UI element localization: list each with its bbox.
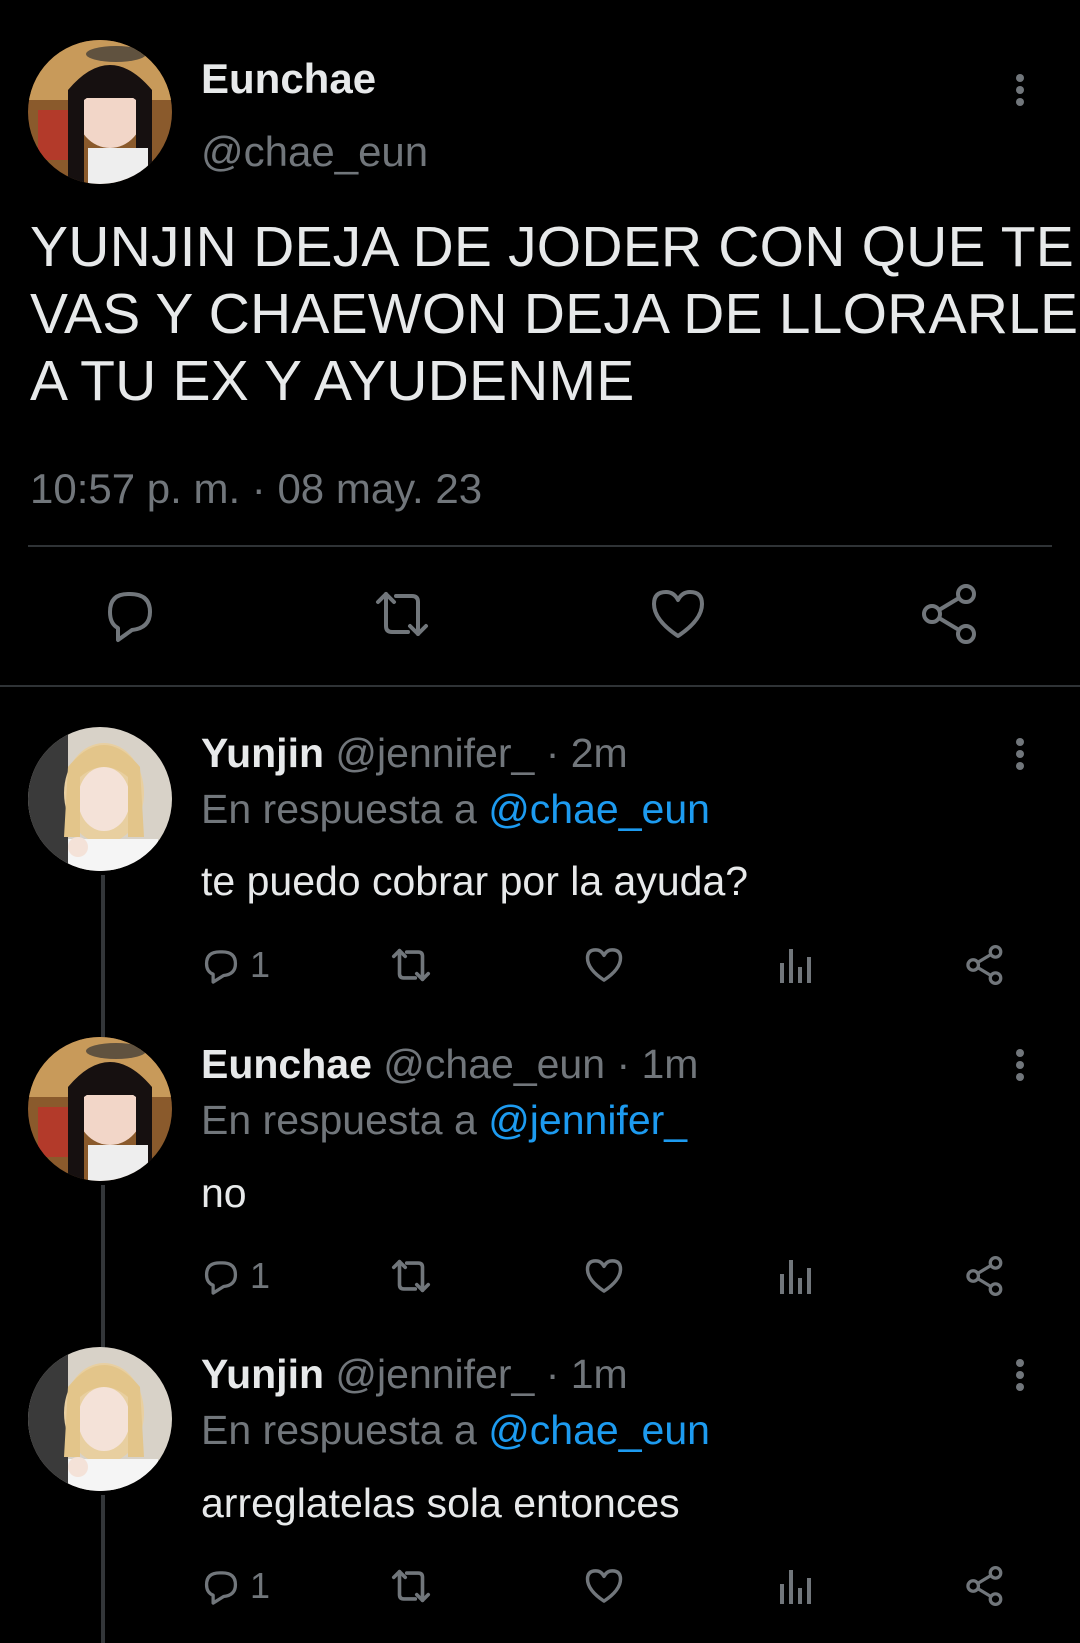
- reply-button[interactable]: 1: [200, 940, 270, 990]
- reply-header: Eunchae @chae_eun · 1m: [201, 1041, 698, 1088]
- share-icon[interactable]: [918, 582, 982, 646]
- like-button[interactable]: [582, 1561, 626, 1611]
- retweet-icon[interactable]: [370, 582, 434, 646]
- views-bar-chart-icon: [780, 1260, 811, 1294]
- reply-author-handle[interactable]: @chae_eun: [383, 1041, 605, 1087]
- like-button[interactable]: [582, 940, 626, 990]
- reply-actions: 1: [200, 940, 1020, 990]
- more-options-icon[interactable]: [1005, 734, 1035, 774]
- reply-count: 1: [250, 1255, 271, 1296]
- thread-line: [101, 1495, 105, 1643]
- like-heart-icon[interactable]: [646, 582, 710, 646]
- reply-context: En respuesta a @jennifer_: [201, 1097, 687, 1144]
- reply-icon[interactable]: [96, 582, 160, 646]
- retweet-icon: [391, 1259, 431, 1293]
- reply-button[interactable]: 1: [200, 1561, 270, 1611]
- reply-header: Yunjin @jennifer_ · 2m: [201, 730, 628, 777]
- views-button[interactable]: [778, 1561, 814, 1611]
- reply-header: Yunjin @jennifer_ · 1m: [201, 1351, 628, 1398]
- share-button[interactable]: [964, 1251, 1006, 1301]
- avatar-yunjin[interactable]: [28, 1347, 172, 1491]
- reply-to-link[interactable]: @chae_eun: [488, 1407, 710, 1453]
- heart-icon: [585, 1569, 623, 1603]
- more-options-icon[interactable]: [1005, 70, 1035, 110]
- reply-text: no: [201, 1170, 247, 1216]
- views-button[interactable]: [778, 940, 814, 990]
- reply-button[interactable]: 1: [200, 1251, 270, 1301]
- share-icon: [966, 1255, 1003, 1297]
- reply-actions: 1: [200, 1561, 1020, 1611]
- retweet-icon: [391, 1569, 431, 1603]
- reply-to-link[interactable]: @chae_eun: [488, 786, 710, 832]
- reply-text: te puedo cobrar por la ayuda?: [201, 858, 749, 904]
- avatar-eunchae[interactable]: [28, 1037, 172, 1181]
- reply-to-link[interactable]: @jennifer_: [488, 1097, 687, 1143]
- divider: [28, 545, 1052, 547]
- thread-line: [101, 1185, 105, 1350]
- main-author-handle[interactable]: @chae_eun: [201, 128, 428, 176]
- main-timestamp[interactable]: 10:57 p. m. · 08 may. 23: [30, 465, 482, 513]
- retweet-button[interactable]: [388, 940, 434, 990]
- reply-icon: [204, 1261, 238, 1295]
- reply-icon: [204, 950, 238, 984]
- share-icon: [966, 1565, 1003, 1607]
- views-bar-chart-icon: [780, 1570, 811, 1604]
- retweet-icon: [391, 948, 431, 982]
- reply-prefix: En respuesta a: [201, 1407, 489, 1453]
- reply-prefix: En respuesta a: [201, 1097, 489, 1143]
- reply-author-name[interactable]: Yunjin: [201, 730, 324, 776]
- share-button[interactable]: [964, 1561, 1006, 1611]
- reply-icon: [204, 1571, 238, 1605]
- thread-line: [101, 875, 105, 1045]
- more-options-icon[interactable]: [1005, 1045, 1035, 1085]
- reply-author-handle[interactable]: @jennifer_: [335, 1351, 534, 1397]
- reply-time[interactable]: · 2m: [534, 730, 628, 776]
- main-text-line-3: A TU EX Y AYUDENME: [30, 349, 635, 413]
- reply-time[interactable]: · 1m: [605, 1041, 698, 1087]
- reply-author-name[interactable]: Eunchae: [201, 1041, 372, 1087]
- main-author-name[interactable]: Eunchae: [201, 55, 376, 103]
- more-options-icon[interactable]: [1005, 1355, 1035, 1395]
- reply-count: 1: [250, 1565, 271, 1606]
- reply-count: 1: [250, 944, 271, 985]
- reply-time[interactable]: · 1m: [534, 1351, 628, 1397]
- reply-author-name[interactable]: Yunjin: [201, 1351, 324, 1397]
- reply-actions: 1: [200, 1251, 1020, 1301]
- heart-icon: [585, 1259, 623, 1293]
- views-button[interactable]: [778, 1251, 814, 1301]
- retweet-button[interactable]: [388, 1251, 434, 1301]
- views-bar-chart-icon: [780, 949, 811, 983]
- avatar-eunchae[interactable]: [28, 40, 172, 184]
- reply-author-handle[interactable]: @jennifer_: [335, 730, 534, 776]
- reply-text: arreglatelas sola entonces: [201, 1480, 680, 1526]
- reply-context: En respuesta a @chae_eun: [201, 1407, 710, 1454]
- section-divider: [0, 685, 1080, 687]
- share-icon: [966, 944, 1003, 986]
- reply-context: En respuesta a @chae_eun: [201, 786, 710, 833]
- avatar-yunjin[interactable]: [28, 727, 172, 871]
- main-tweet-text: YUNJIN DEJA DE JODER CON QUE TE VAS Y CH…: [30, 214, 1078, 415]
- share-button[interactable]: [964, 940, 1006, 990]
- main-text-line-2: VAS Y CHAEWON DEJA DE LLORARLE: [30, 282, 1079, 346]
- retweet-button[interactable]: [388, 1561, 434, 1611]
- reply-prefix: En respuesta a: [201, 786, 489, 832]
- main-text-line-1: YUNJIN DEJA DE JODER CON QUE TE: [30, 215, 1074, 279]
- like-button[interactable]: [582, 1251, 626, 1301]
- heart-icon: [585, 948, 623, 982]
